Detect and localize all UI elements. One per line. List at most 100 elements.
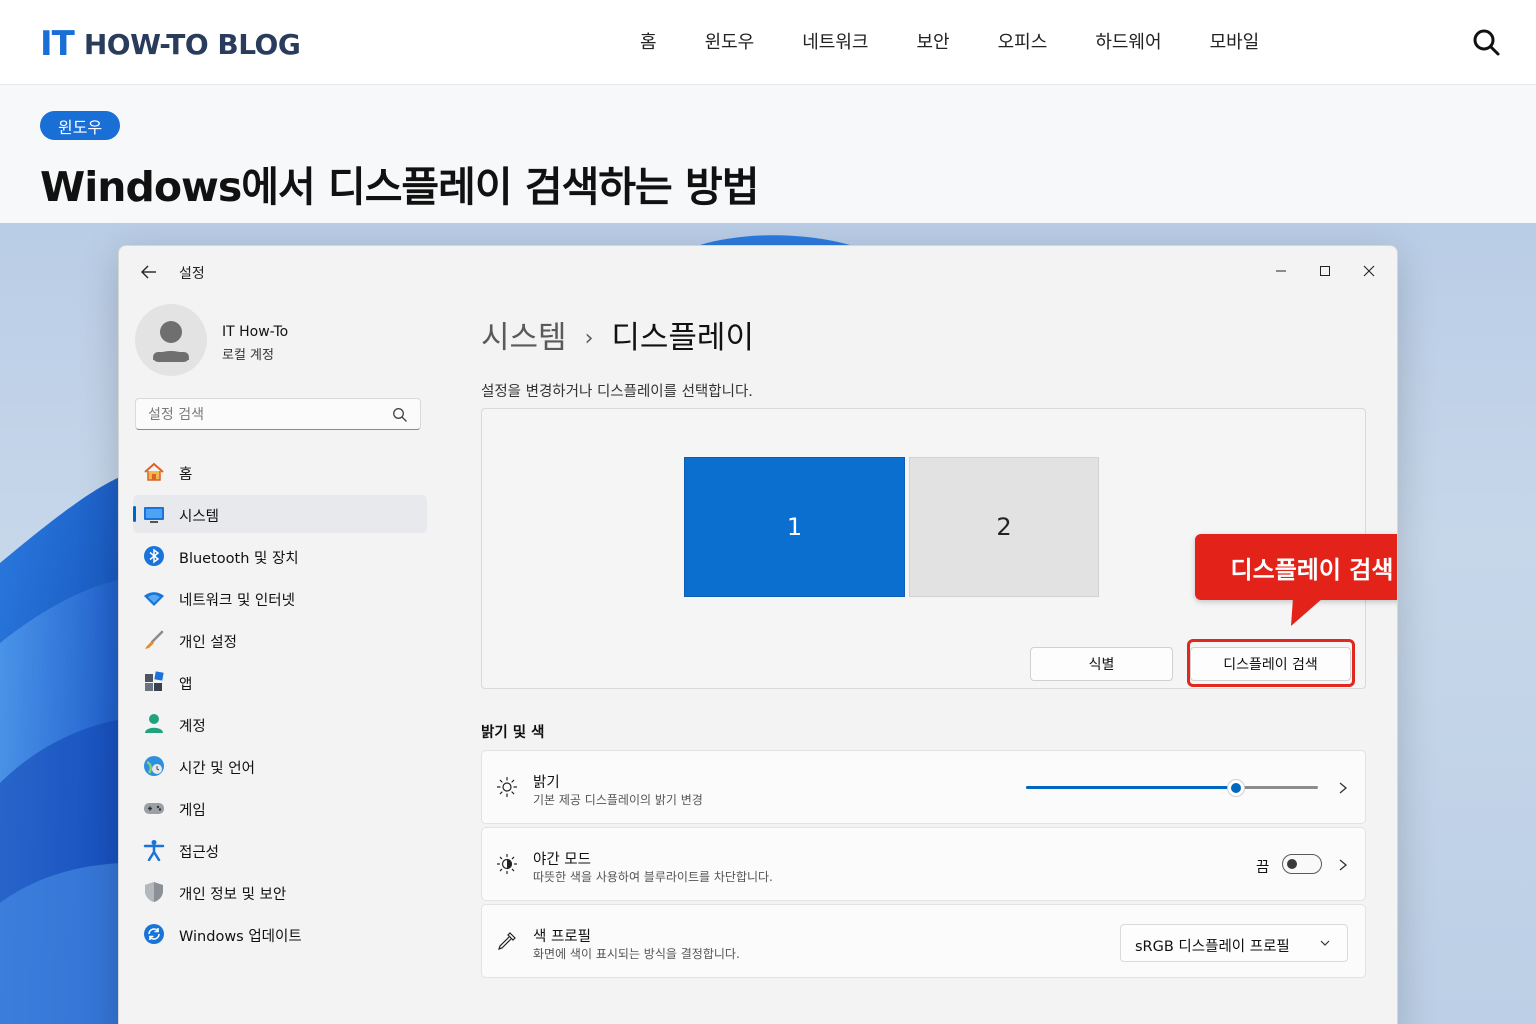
callout-label: 디스플레이 검색	[1195, 534, 1397, 600]
sidebar-item-apps[interactable]: 앱	[133, 663, 427, 701]
settings-sidebar: 홈 시스템 Bluetooth 및 장치 네트워크 및 인터넷 개인 설정 앱 …	[133, 453, 427, 957]
sidebar-item-label: 앱	[179, 677, 193, 693]
close-button[interactable]	[1349, 256, 1389, 286]
avatar[interactable]	[135, 304, 207, 376]
monitor-1[interactable]: 1	[684, 457, 905, 597]
sidebar-item-label: 네트워크 및 인터넷	[179, 593, 295, 609]
sidebar-item-personalization[interactable]: 개인 설정	[133, 621, 427, 659]
chevron-right-icon[interactable]	[1338, 781, 1348, 795]
sidebar-item-label: 홈	[179, 467, 193, 483]
monitor-2[interactable]: 2	[909, 457, 1099, 597]
settings-search-input[interactable]	[146, 404, 380, 426]
minimize-button[interactable]	[1261, 256, 1301, 286]
monitor-label: 1	[786, 513, 803, 541]
close-icon	[1363, 265, 1375, 277]
sidebar-item-privacy[interactable]: 개인 정보 및 보안	[133, 873, 427, 911]
night-mode-subtitle: 따뜻한 색을 사용하여 블루라이트를 차단합니다.	[533, 870, 773, 884]
nav-home[interactable]: 홈	[640, 28, 657, 54]
monitor-label: 2	[996, 513, 1012, 541]
settings-search	[135, 398, 421, 430]
sidebar-item-network[interactable]: 네트워크 및 인터넷	[133, 579, 427, 617]
callout-pointer	[1291, 598, 1323, 626]
sidebar-item-accounts[interactable]: 계정	[133, 705, 427, 743]
search-icon	[1473, 29, 1500, 56]
profile-account-type: 로컬 계정	[222, 348, 274, 363]
sidebar-item-label: 개인 정보 및 보안	[179, 887, 287, 903]
night-mode-toggle[interactable]	[1282, 854, 1322, 874]
window-titlebar: 설정	[119, 246, 1397, 296]
sun-icon	[496, 776, 518, 798]
night-light-icon	[496, 853, 518, 875]
nav-windows[interactable]: 윈도우	[705, 28, 755, 54]
home-icon	[144, 462, 164, 481]
bluetooth-icon	[144, 546, 164, 566]
brightness-title: 밝기	[533, 775, 560, 791]
person-icon	[153, 321, 189, 362]
chevron-right-icon[interactable]	[1338, 858, 1348, 872]
color-profile-card: 색 프로필 화면에 색이 표시되는 방식을 결정합니다. sRGB 디스플레이 …	[481, 904, 1366, 978]
nav-office[interactable]: 오피스	[998, 28, 1048, 54]
brightness-card[interactable]: 밝기 기본 제공 디스플레이의 밝기 변경	[481, 750, 1366, 824]
sidebar-item-system[interactable]: 시스템	[133, 495, 427, 533]
arrow-left-icon	[141, 265, 156, 279]
slider-thumb[interactable]	[1227, 779, 1246, 797]
globe-clock-icon	[144, 756, 164, 776]
sidebar-item-label: 시스템	[179, 509, 220, 525]
account-icon	[145, 714, 163, 733]
search-icon[interactable]	[392, 407, 408, 423]
brightness-subtitle: 기본 제공 디스플레이의 밝기 변경	[533, 793, 703, 807]
night-mode-card[interactable]: 야간 모드 따뜻한 색을 사용하여 블루라이트를 차단합니다. 끔	[481, 827, 1366, 901]
color-profile-title: 색 프로필	[533, 929, 591, 945]
sidebar-item-label: Windows 업데이트	[179, 929, 302, 945]
sidebar-item-windows-update[interactable]: Windows 업데이트	[133, 915, 427, 953]
nav-mobile[interactable]: 모바일	[1210, 28, 1260, 54]
color-profile-value: sRGB 디스플레이 프로필	[1135, 939, 1290, 955]
sidebar-item-gaming[interactable]: 게임	[133, 789, 427, 827]
detect-button-highlight	[1187, 639, 1355, 687]
night-mode-state: 끔	[1256, 860, 1270, 876]
chevron-down-icon	[1320, 940, 1330, 946]
accessibility-icon	[143, 840, 165, 861]
nav-hardware[interactable]: 하드웨어	[1095, 28, 1161, 54]
sidebar-item-label: 접근성	[179, 845, 220, 861]
nav-network[interactable]: 네트워크	[802, 28, 868, 54]
logo-text: HOW-TO BLOG	[83, 27, 301, 61]
slider-fill	[1026, 786, 1237, 789]
profile-name: IT How-To	[222, 324, 289, 340]
eyedropper-icon	[498, 932, 516, 950]
sidebar-item-home[interactable]: 홈	[133, 453, 427, 491]
page-description: 설정을 변경하거나 디스플레이를 선택합니다.	[481, 384, 753, 400]
article-screenshot: 설정 IT How-To 로컬 계정 설정 검색 홈 시스템 Bluetooth…	[0, 223, 1536, 1024]
breadcrumb-parent[interactable]: 시스템	[481, 320, 567, 356]
back-button[interactable]	[139, 262, 159, 282]
settings-window: 설정 IT How-To 로컬 계정 설정 검색 홈 시스템 Bluetooth…	[118, 245, 1398, 1024]
sidebar-item-label: Bluetooth 및 장치	[179, 551, 299, 567]
apps-icon	[145, 671, 164, 691]
nav-security[interactable]: 보안	[917, 28, 950, 54]
sidebar-item-label: 시간 및 언어	[179, 761, 255, 777]
night-mode-title: 야간 모드	[533, 852, 591, 868]
sidebar-item-label: 개인 설정	[179, 635, 237, 651]
identify-button[interactable]: 식별	[1030, 647, 1173, 681]
wifi-icon	[144, 592, 164, 606]
sidebar-item-accessibility[interactable]: 접근성	[133, 831, 427, 869]
site-search-button[interactable]	[1470, 26, 1502, 58]
gamepad-icon	[144, 803, 164, 814]
sidebar-item-label: 계정	[179, 719, 206, 735]
color-profile-subtitle: 화면에 색이 표시되는 방식을 결정합니다.	[533, 947, 740, 961]
maximize-button[interactable]	[1305, 256, 1345, 286]
site-logo[interactable]: IT HOW-TO BLOG	[40, 24, 301, 64]
color-profile-dropdown[interactable]: sRGB 디스플레이 프로필	[1120, 924, 1348, 962]
category-badge[interactable]: 윈도우	[40, 111, 121, 140]
sidebar-item-bluetooth[interactable]: Bluetooth 및 장치	[133, 537, 427, 575]
logo-it: IT	[40, 24, 75, 64]
sidebar-item-time-language[interactable]: 시간 및 언어	[133, 747, 427, 785]
update-icon	[144, 924, 164, 944]
sidebar-item-label: 게임	[179, 803, 206, 819]
maximize-icon	[1320, 266, 1330, 276]
shield-icon	[145, 882, 163, 902]
brightness-slider[interactable]	[1026, 775, 1318, 801]
article-head: 윈도우 Windows에서 디스플레이 검색하는 방법	[0, 85, 1536, 223]
brush-icon	[145, 630, 164, 649]
breadcrumb: 시스템 › 디스플레이	[481, 312, 754, 357]
